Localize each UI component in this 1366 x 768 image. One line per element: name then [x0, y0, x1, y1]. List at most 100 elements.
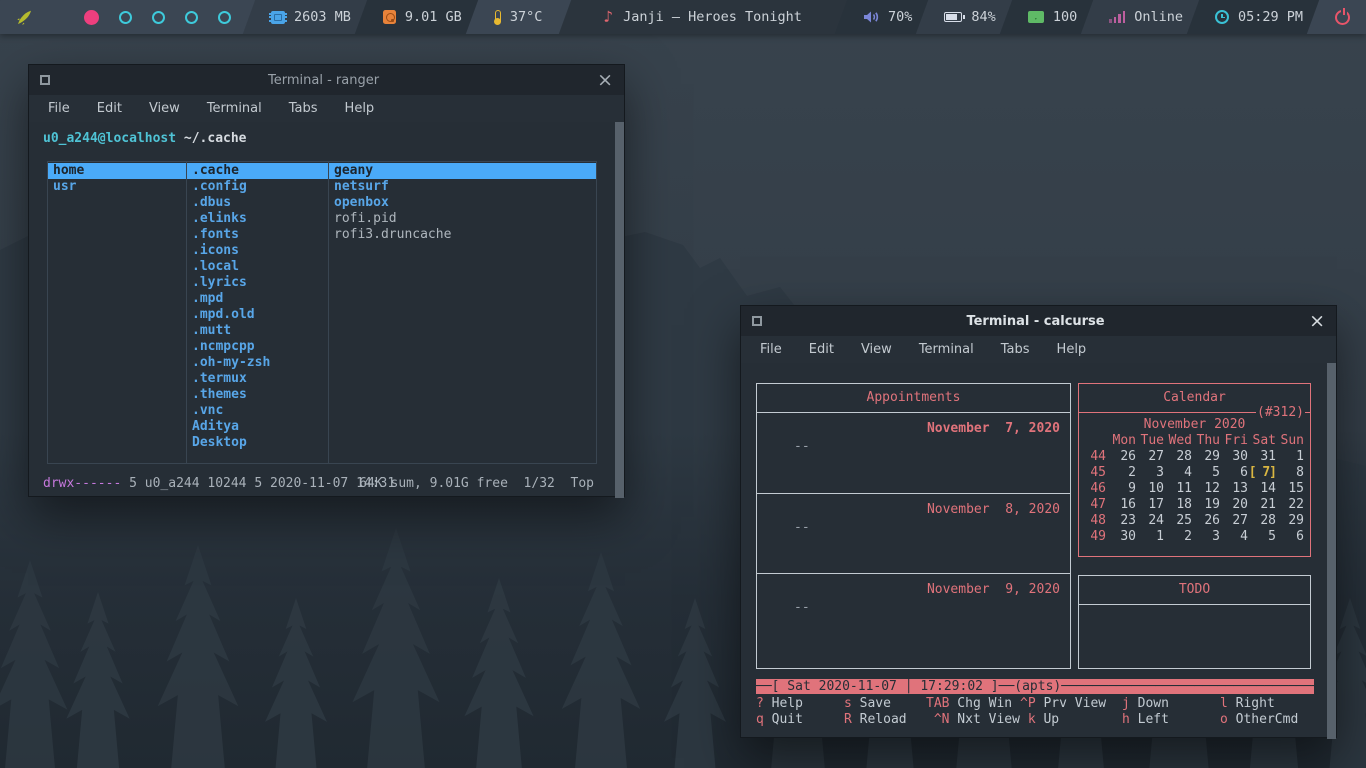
calendar-day[interactable]: 27	[1220, 513, 1248, 529]
calendar-day[interactable]: 28	[1248, 513, 1276, 529]
calendar-day[interactable]: 24	[1136, 513, 1164, 529]
calendar-day[interactable]: 3	[1136, 465, 1164, 481]
calendar-day[interactable]: 14	[1248, 481, 1276, 497]
calendar-day[interactable]: 4	[1220, 529, 1248, 545]
file-item-.themes[interactable]: .themes	[187, 387, 328, 403]
battery-widget[interactable]: 84%	[928, 0, 1011, 34]
menu-view[interactable]: View	[861, 342, 892, 357]
network-widget[interactable]: Online	[1093, 0, 1199, 34]
file-item-.lyrics[interactable]: .lyrics	[187, 275, 328, 291]
workspace-2[interactable]	[119, 10, 132, 24]
calendar-day[interactable]: 10	[1136, 481, 1164, 497]
calendar-day[interactable]: 17	[1136, 497, 1164, 513]
workspace-3[interactable]	[152, 10, 165, 24]
window-menu-icon[interactable]	[40, 75, 50, 85]
file-item-netsurf[interactable]: netsurf	[329, 179, 596, 195]
close-icon[interactable]: ×	[597, 70, 613, 90]
clock-widget[interactable]: 05:29 PM	[1199, 0, 1319, 34]
file-item-rofi.pid[interactable]: rofi.pid	[329, 211, 596, 227]
file-item-.icons[interactable]: .icons	[187, 243, 328, 259]
calendar-day[interactable]: 6	[1276, 529, 1304, 545]
calendar-day[interactable]: 22	[1276, 497, 1304, 513]
calcurse-scrollbar[interactable]	[1327, 363, 1336, 739]
calendar-day[interactable]: 27	[1136, 449, 1164, 465]
file-item-.termux[interactable]: .termux	[187, 371, 328, 387]
mail-widget[interactable]: 100	[1012, 0, 1093, 34]
calendar-day[interactable]: 9	[1108, 481, 1136, 497]
menu-file[interactable]: File	[48, 101, 70, 116]
calendar-day[interactable]: 11	[1164, 481, 1192, 497]
now-playing-widget[interactable]: ♪ Janji – Heroes Tonight	[603, 0, 801, 34]
calendar-day[interactable]: 18	[1164, 497, 1192, 513]
calendar-day[interactable]: 15	[1276, 481, 1304, 497]
calendar-day[interactable]: 26	[1108, 449, 1136, 465]
volume-widget[interactable]: 70%	[847, 0, 928, 34]
window-menu-icon[interactable]	[752, 316, 762, 326]
calendar-day[interactable]: 1	[1276, 449, 1304, 465]
calendar-day[interactable]: 19	[1192, 497, 1220, 513]
power-button[interactable]	[1319, 0, 1366, 34]
calendar-day[interactable]: 28	[1164, 449, 1192, 465]
calendar-day[interactable]: 26	[1192, 513, 1220, 529]
menu-help[interactable]: Help	[345, 101, 375, 116]
menu-help[interactable]: Help	[1057, 342, 1087, 357]
calendar-day[interactable]: 25	[1164, 513, 1192, 529]
calendar-day[interactable]: 2	[1164, 529, 1192, 545]
calendar-day[interactable]: 3	[1192, 529, 1220, 545]
calendar-day[interactable]: 29	[1276, 513, 1304, 529]
file-item-.local[interactable]: .local	[187, 259, 328, 275]
calendar-day[interactable]: 21	[1248, 497, 1276, 513]
calendar-day[interactable]: 16	[1108, 497, 1136, 513]
menu-terminal[interactable]: Terminal	[207, 101, 262, 116]
disk-widget[interactable]: 9.01 GB	[367, 0, 478, 34]
file-item-usr[interactable]: usr	[48, 179, 186, 195]
temperature-widget[interactable]: 37°C	[478, 0, 559, 34]
calendar-day-today[interactable]: [ 7]	[1248, 465, 1277, 481]
file-item-.config[interactable]: .config	[187, 179, 328, 195]
file-item-.elinks[interactable]: .elinks	[187, 211, 328, 227]
calendar-day[interactable]: 29	[1192, 449, 1220, 465]
workspace-1[interactable]	[84, 9, 99, 25]
menu-view[interactable]: View	[149, 101, 180, 116]
calendar-day[interactable]: 23	[1108, 513, 1136, 529]
ranger-scrollbar[interactable]	[615, 122, 624, 498]
file-item-.oh-my-zsh[interactable]: .oh-my-zsh	[187, 355, 328, 371]
file-item-geany[interactable]: geany	[329, 163, 596, 179]
file-item-.mpd.old[interactable]: .mpd.old	[187, 307, 328, 323]
menu-tabs[interactable]: Tabs	[1001, 342, 1030, 357]
calendar-day[interactable]: 4	[1164, 465, 1192, 481]
calendar-day[interactable]: 5	[1248, 529, 1276, 545]
file-item-rofi3.druncache[interactable]: rofi3.druncache	[329, 227, 596, 243]
calendar-day[interactable]: 31	[1248, 449, 1276, 465]
file-item-.mutt[interactable]: .mutt	[187, 323, 328, 339]
calendar-day[interactable]: 2	[1108, 465, 1136, 481]
file-item-.dbus[interactable]: .dbus	[187, 195, 328, 211]
calendar-day[interactable]: 30	[1108, 529, 1136, 545]
file-item-openbox[interactable]: openbox	[329, 195, 596, 211]
calendar-day[interactable]: 5	[1192, 465, 1220, 481]
file-item-home[interactable]: home	[48, 163, 186, 179]
calcurse-titlebar[interactable]: Terminal - calcurse ×	[741, 306, 1336, 336]
calendar-day[interactable]: 13	[1220, 481, 1248, 497]
menu-tabs[interactable]: Tabs	[289, 101, 318, 116]
close-icon[interactable]: ×	[1309, 311, 1325, 331]
file-item-Aditya[interactable]: Aditya	[187, 419, 328, 435]
launcher-segment[interactable]	[0, 0, 255, 34]
file-item-.ncmpcpp[interactable]: .ncmpcpp	[187, 339, 328, 355]
calendar-day[interactable]: 20	[1220, 497, 1248, 513]
calendar-day[interactable]: 8	[1276, 465, 1304, 481]
calendar-day[interactable]: 1	[1136, 529, 1164, 545]
menu-edit[interactable]: Edit	[809, 342, 834, 357]
memory-widget[interactable]: 2603 MB	[255, 0, 367, 34]
calendar-day[interactable]: 6	[1220, 465, 1248, 481]
file-item-.mpd[interactable]: .mpd	[187, 291, 328, 307]
calendar-day[interactable]: 12	[1192, 481, 1220, 497]
menu-file[interactable]: File	[760, 342, 782, 357]
calendar-day[interactable]: 30	[1220, 449, 1248, 465]
ranger-titlebar[interactable]: Terminal - ranger ×	[29, 65, 624, 95]
file-item-.cache[interactable]: .cache	[187, 163, 328, 179]
menu-edit[interactable]: Edit	[97, 101, 122, 116]
file-item-.fonts[interactable]: .fonts	[187, 227, 328, 243]
menu-terminal[interactable]: Terminal	[919, 342, 974, 357]
file-item-Desktop[interactable]: Desktop	[187, 435, 328, 451]
